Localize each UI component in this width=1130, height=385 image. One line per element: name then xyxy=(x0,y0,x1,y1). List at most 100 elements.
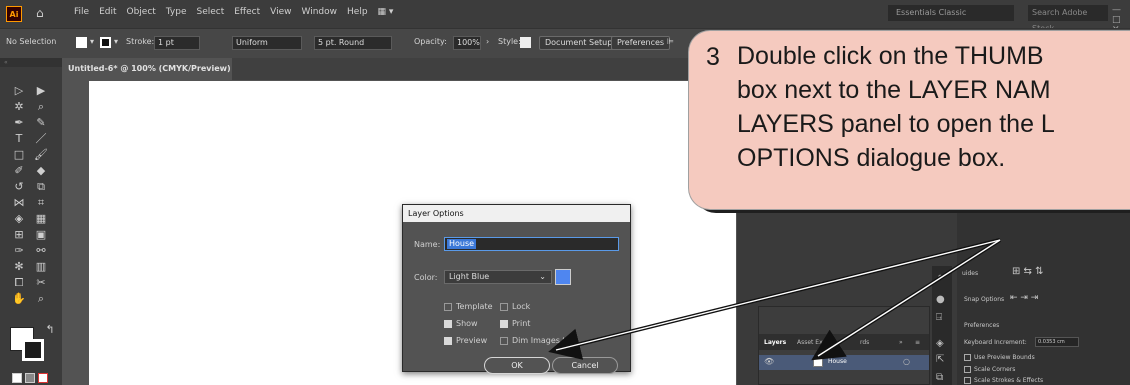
cancel-button[interactable]: Cancel xyxy=(552,357,618,374)
print-checkbox[interactable] xyxy=(500,320,508,328)
artboard-tool-icon[interactable]: ⧠ xyxy=(9,276,29,290)
opacity-arrow-icon[interactable]: › xyxy=(486,37,489,46)
preview-checkbox[interactable] xyxy=(444,337,452,345)
brush-definition[interactable]: 5 pt. Round xyxy=(314,36,392,50)
scale-strokes-label: Scale Strokes & Effects xyxy=(974,377,1044,384)
perspective-grid-tool-icon[interactable]: ▦ xyxy=(31,212,51,226)
callout-step-number: 3 xyxy=(706,43,720,71)
snap-icons[interactable]: ⇤ ⇥ ⇥ xyxy=(1010,293,1038,303)
guides-icon[interactable]: ⚬ xyxy=(936,272,944,283)
menu-type[interactable]: Type xyxy=(166,7,187,17)
layer-thumbnail[interactable] xyxy=(813,358,823,367)
color-label: Color: xyxy=(414,273,438,282)
menu-help[interactable]: Help xyxy=(347,7,368,17)
layers-icon[interactable]: ◈ xyxy=(936,338,944,349)
shape-builder-tool-icon[interactable]: ◈ xyxy=(9,212,29,226)
menu-window[interactable]: Window xyxy=(302,7,338,17)
slice-tool-icon[interactable]: ✂ xyxy=(31,276,51,290)
show-checkbox[interactable] xyxy=(444,320,452,328)
color-mode-buttons xyxy=(12,373,48,383)
stroke-color-box[interactable] xyxy=(22,339,44,361)
menu-file[interactable]: File xyxy=(74,7,89,17)
print-label: Print xyxy=(512,319,531,328)
swap-fill-stroke-icon[interactable]: ↰ xyxy=(40,323,60,337)
snap-icon[interactable]: ● xyxy=(936,294,945,305)
arrange-documents-icon[interactable]: ▦ ▾ xyxy=(378,7,394,17)
gradient-mode-icon[interactable] xyxy=(25,373,35,383)
stroke-dropdown-icon[interactable]: ▾ xyxy=(114,37,118,46)
shaper-tool-icon[interactable]: ✐ xyxy=(9,164,29,178)
asset-export-icon[interactable]: ⇱ xyxy=(936,354,944,365)
graphic-style-swatch[interactable] xyxy=(520,37,531,48)
menu-effect[interactable]: Effect xyxy=(234,7,260,17)
zoom-tool-icon[interactable]: ⌕ xyxy=(31,292,51,306)
eyedropper-tool-icon[interactable]: ✑ xyxy=(9,244,29,258)
style-label: Style: xyxy=(498,37,521,46)
grid-icons[interactable]: ⊞ ⇆ ⇅ xyxy=(1012,266,1044,277)
menu-view[interactable]: View xyxy=(270,7,291,17)
scale-tool-icon[interactable]: ⧉ xyxy=(31,180,51,194)
fill-swatch[interactable] xyxy=(76,37,87,48)
none-mode-icon[interactable] xyxy=(38,373,48,383)
eraser-tool-icon[interactable]: ◆ xyxy=(31,164,51,178)
gradient-tool-icon[interactable]: ▣ xyxy=(31,228,51,242)
lock-checkbox[interactable] xyxy=(500,303,508,311)
symbol-sprayer-tool-icon[interactable]: ✻ xyxy=(9,260,29,274)
blend-tool-icon[interactable]: ⚯ xyxy=(31,244,51,258)
stroke-weight-field[interactable]: 1 pt xyxy=(154,36,200,50)
menu-select[interactable]: Select xyxy=(196,7,224,17)
stock-search-input[interactable]: Search Adobe Stock xyxy=(1028,5,1108,33)
type-tool-icon[interactable]: T xyxy=(9,132,29,146)
selection-tool-icon[interactable]: ▷ xyxy=(9,84,29,98)
export-icon[interactable]: ⍈ xyxy=(936,312,942,323)
tab-asset-export[interactable]: Asset Exp xyxy=(797,339,826,346)
rotate-tool-icon[interactable]: ↺ xyxy=(9,180,29,194)
tab-layers[interactable]: Layers xyxy=(764,339,786,346)
stroke-swatch[interactable] xyxy=(100,37,111,48)
workspace-switcher[interactable]: Essentials Classic xyxy=(888,5,1014,21)
preferences-button[interactable]: Preferences xyxy=(611,36,671,50)
free-transform-tool-icon[interactable]: ⌗ xyxy=(31,196,51,210)
scale-strokes-checkbox[interactable] xyxy=(964,377,971,384)
home-icon[interactable]: ⌂ xyxy=(36,6,44,20)
use-preview-bounds-checkbox[interactable] xyxy=(964,354,971,361)
graph-tool-icon[interactable]: ▥ xyxy=(31,260,51,274)
opacity-field[interactable]: 100% xyxy=(453,36,481,50)
pen-tool-icon[interactable]: ✒ xyxy=(9,116,29,130)
mesh-tool-icon[interactable]: ⊞ xyxy=(9,228,29,242)
document-setup-button[interactable]: Document Setup xyxy=(539,36,619,50)
direct-selection-tool-icon[interactable]: ▶ xyxy=(31,84,51,98)
color-mode-icon[interactable] xyxy=(12,373,22,383)
document-tab[interactable]: Untitled-6* @ 100% (CMYK/Preview) × xyxy=(62,58,232,95)
width-tool-icon[interactable]: ⋈ xyxy=(9,196,29,210)
artboards-icon[interactable]: ⧉ xyxy=(936,372,943,383)
hand-tool-icon[interactable]: ✋ xyxy=(9,292,29,306)
paintbrush-tool-icon[interactable]: 🖌 xyxy=(31,148,51,162)
layer-name[interactable]: House xyxy=(828,358,847,365)
variable-width-profile[interactable]: Uniform xyxy=(232,36,302,50)
dim-images-checkbox[interactable] xyxy=(500,337,508,345)
magic-wand-tool-icon[interactable]: ✲ xyxy=(9,100,29,114)
scale-corners-checkbox[interactable] xyxy=(964,366,971,373)
rectangle-tool-icon[interactable]: □ xyxy=(9,148,29,162)
line-tool-icon[interactable]: ／ xyxy=(31,132,51,146)
panel-expand-icon[interactable]: » xyxy=(899,339,903,346)
target-circle-icon[interactable]: ○ xyxy=(903,357,910,366)
fill-dropdown-icon[interactable]: ▾ xyxy=(90,37,94,46)
layer-name-input[interactable]: House xyxy=(444,237,619,251)
ok-button[interactable]: OK xyxy=(484,357,550,374)
layer-options-dialog xyxy=(402,204,631,372)
curvature-tool-icon[interactable]: ✎ xyxy=(31,116,51,130)
menu-object[interactable]: Object xyxy=(127,7,156,17)
visibility-eye-icon[interactable]: 👁 xyxy=(764,357,774,366)
template-checkbox[interactable] xyxy=(444,303,452,311)
align-icon[interactable]: ⊫ xyxy=(667,37,674,46)
lasso-tool-icon[interactable]: ⌕ xyxy=(31,100,51,114)
keyboard-increment-field[interactable]: 0.0353 cm xyxy=(1035,337,1079,347)
tab-artboards[interactable]: rds xyxy=(860,339,869,346)
menu-edit[interactable]: Edit xyxy=(99,7,116,17)
panel-menu-icon[interactable]: ≡ xyxy=(915,339,920,346)
layer-color-swatch[interactable] xyxy=(555,269,571,285)
lock-label: Lock xyxy=(512,302,531,311)
layer-color-select[interactable]: Light Blue ⌄ xyxy=(444,270,552,284)
